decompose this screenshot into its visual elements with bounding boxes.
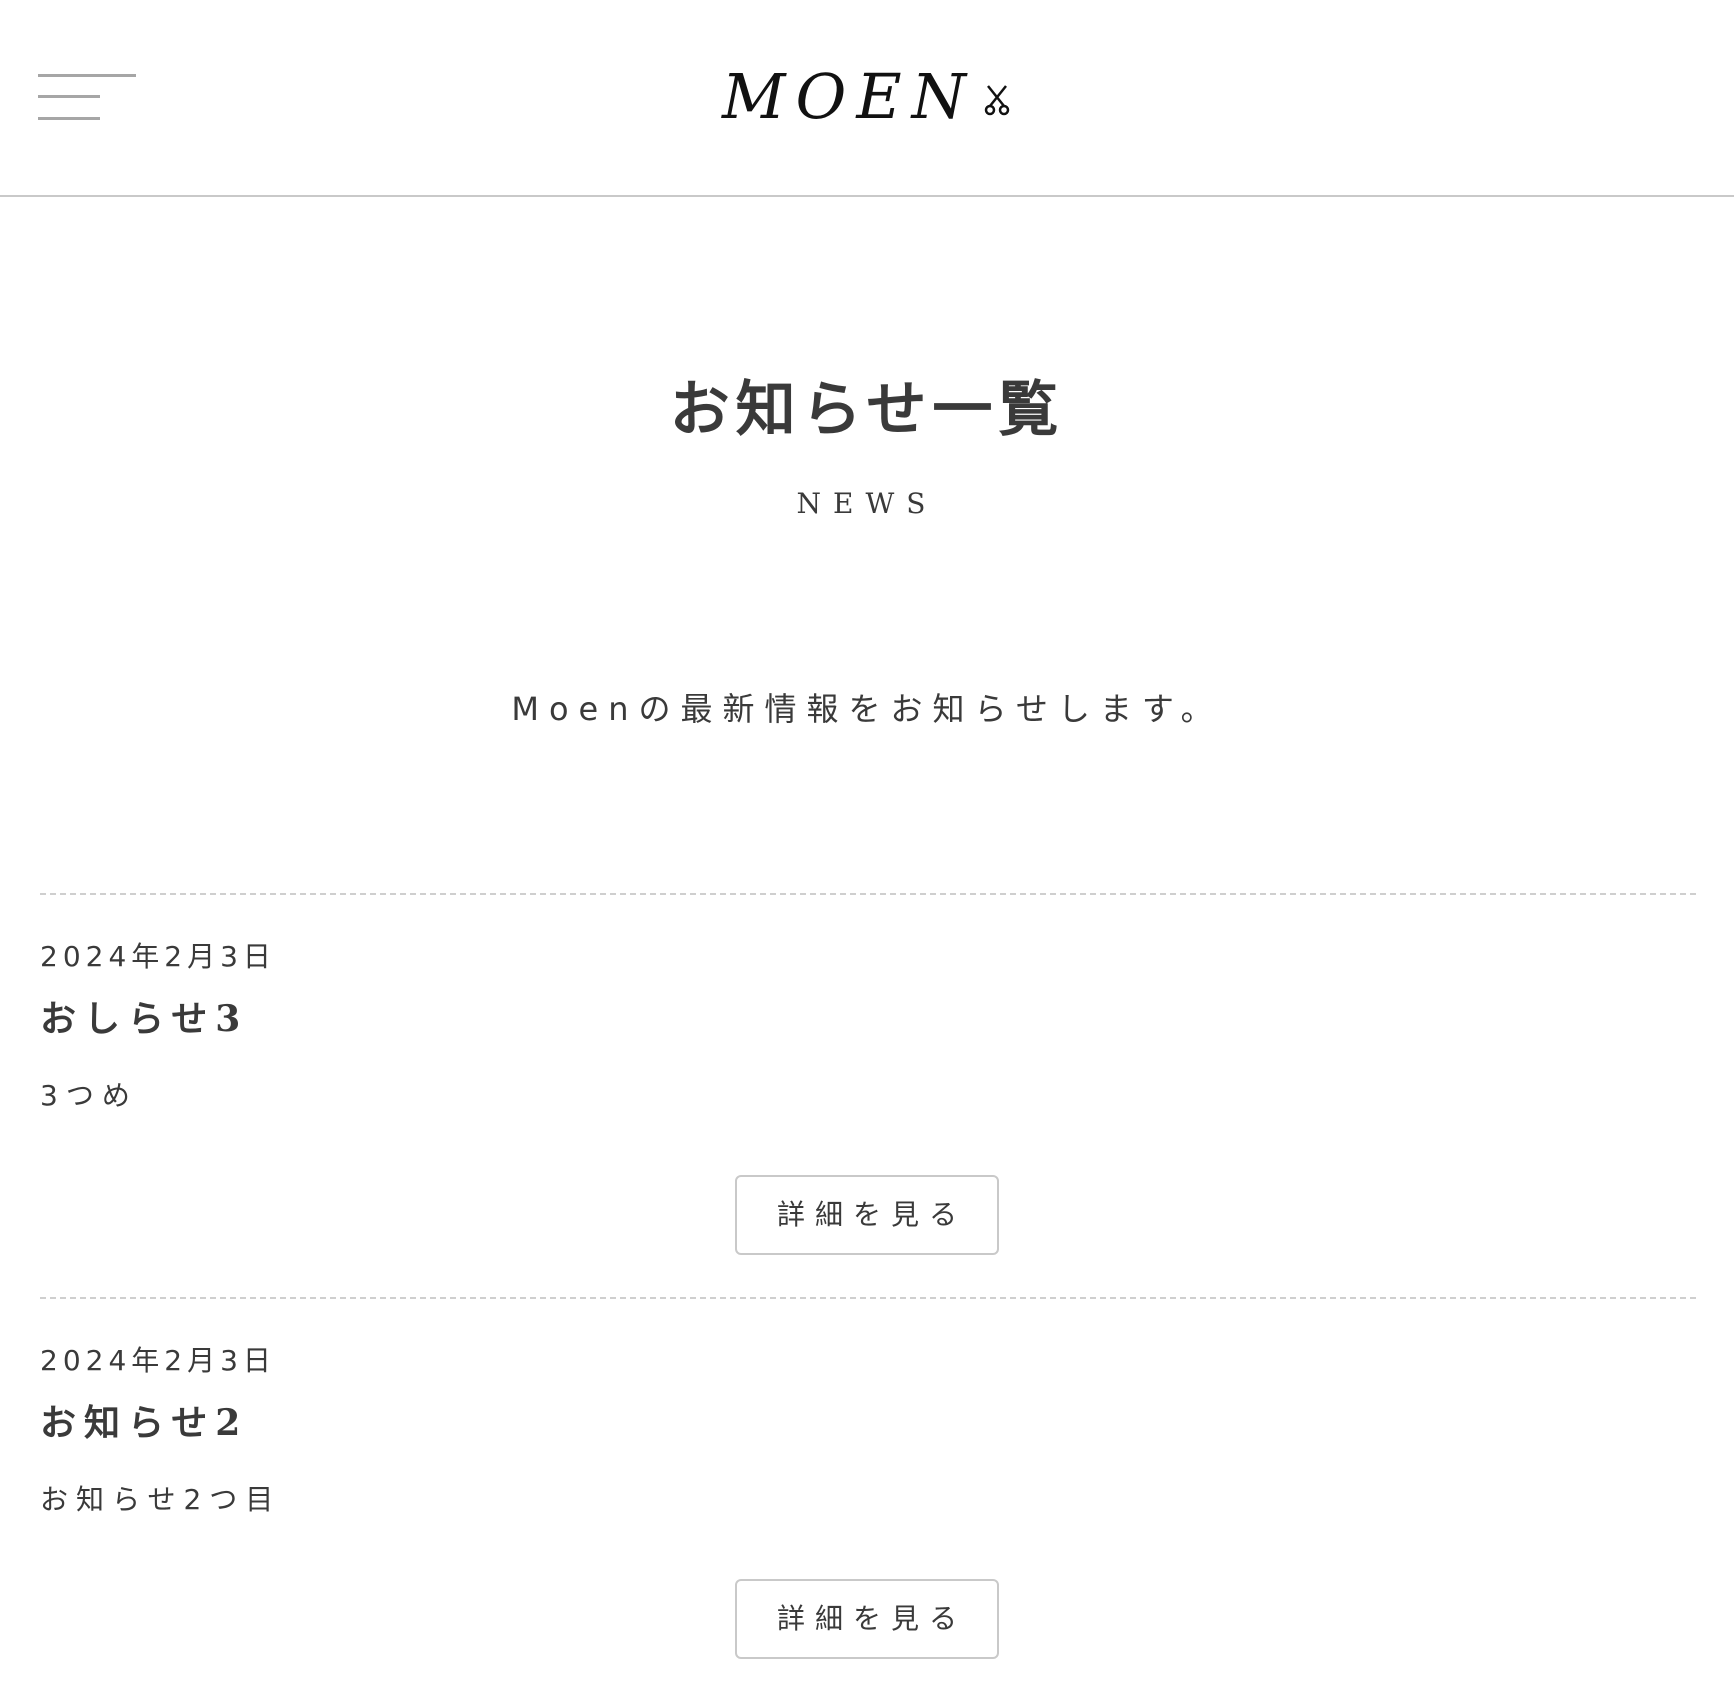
detail-button[interactable]: 詳細を見る [735, 1175, 999, 1255]
news-title: おしらせ3 [40, 998, 249, 1040]
site-logo[interactable]: MOEN [722, 62, 1012, 132]
menu-bar-bottom [38, 117, 100, 120]
scissors-icon [984, 85, 1010, 116]
detail-button[interactable]: 詳細を見る [735, 1579, 999, 1659]
news-item: 2024年2月3日 おしらせ3 3つめ 詳細を見る [40, 893, 1696, 1297]
news-excerpt: お知らせ2つ目 [40, 1483, 282, 1516]
news-list: 2024年2月3日 おしらせ3 3つめ 詳細を見る 2024年2月3日 お知らせ… [40, 893, 1696, 1701]
news-excerpt: 3つめ [40, 1079, 138, 1112]
hamburger-menu-icon[interactable] [38, 72, 138, 124]
menu-bar-middle [38, 95, 100, 98]
site-header: MOEN [0, 0, 1734, 197]
news-date: 2024年2月3日 [40, 1344, 276, 1377]
page-lead: Moenの最新情報をお知らせします。 [511, 690, 1223, 728]
page-subtitle: NEWS [796, 487, 938, 520]
page-title: お知らせ一覧 [669, 375, 1065, 445]
logo-text: MOEN [722, 60, 976, 133]
menu-bar-top [38, 74, 136, 77]
news-date: 2024年2月3日 [40, 940, 276, 973]
news-item: 2024年2月3日 お知らせ2 お知らせ2つ目 詳細を見る [40, 1297, 1696, 1701]
news-title: お知らせ2 [40, 1402, 249, 1444]
